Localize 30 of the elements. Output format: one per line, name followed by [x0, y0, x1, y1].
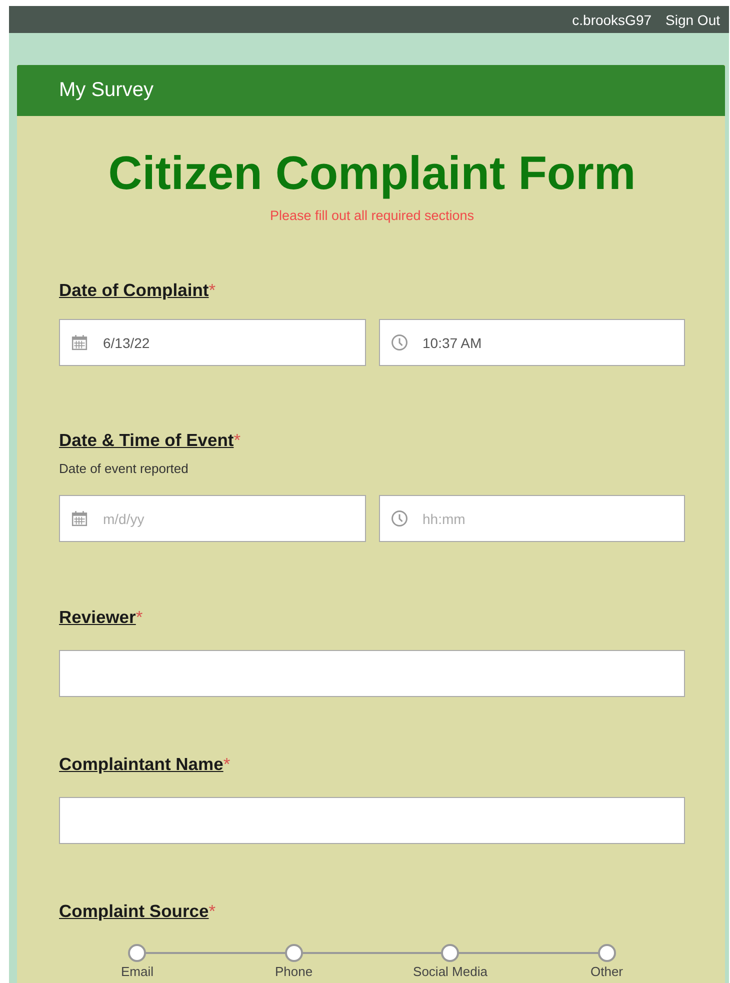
question-label: Reviewer	[59, 607, 136, 627]
radio-button[interactable]	[441, 944, 460, 962]
survey-title: My Survey	[59, 79, 154, 102]
radio-button[interactable]	[598, 944, 616, 962]
date-field[interactable]: m/d/yy	[59, 495, 366, 542]
option-label[interactable]: Phone	[274, 964, 313, 979]
date-field[interactable]: 6/13/22	[59, 319, 366, 366]
option-label[interactable]: Social Media	[413, 964, 488, 979]
radio-button[interactable]	[284, 944, 303, 962]
radio-button[interactable]	[128, 944, 146, 962]
question-label: Date of Complaint	[59, 280, 209, 300]
option-label[interactable]: Other	[590, 964, 623, 979]
required-mark: *	[208, 280, 216, 300]
text-field[interactable]	[59, 650, 685, 697]
option-label[interactable]: Email	[120, 964, 154, 979]
sign-out-link[interactable]: Sign Out	[666, 12, 720, 28]
required-mark: *	[234, 430, 241, 450]
username: c.brooksG97	[572, 12, 652, 28]
time-field[interactable]: 10:37 AM	[378, 319, 685, 366]
time-field[interactable]: hh:mm	[378, 495, 685, 542]
form-title: Citizen Complaint Form	[107, 145, 637, 201]
required-mark: *	[223, 754, 230, 774]
question-hint: Date of event reported	[59, 461, 190, 476]
question-label: Complaintant Name	[59, 754, 224, 774]
question-label: Complaint Source	[59, 901, 209, 921]
required-mark: *	[136, 607, 143, 627]
question-label: Date & Time of Event	[59, 430, 234, 450]
text-field[interactable]	[59, 797, 685, 844]
required-mark: *	[208, 901, 216, 921]
required-notice: Please fill out all required sections	[268, 208, 476, 223]
